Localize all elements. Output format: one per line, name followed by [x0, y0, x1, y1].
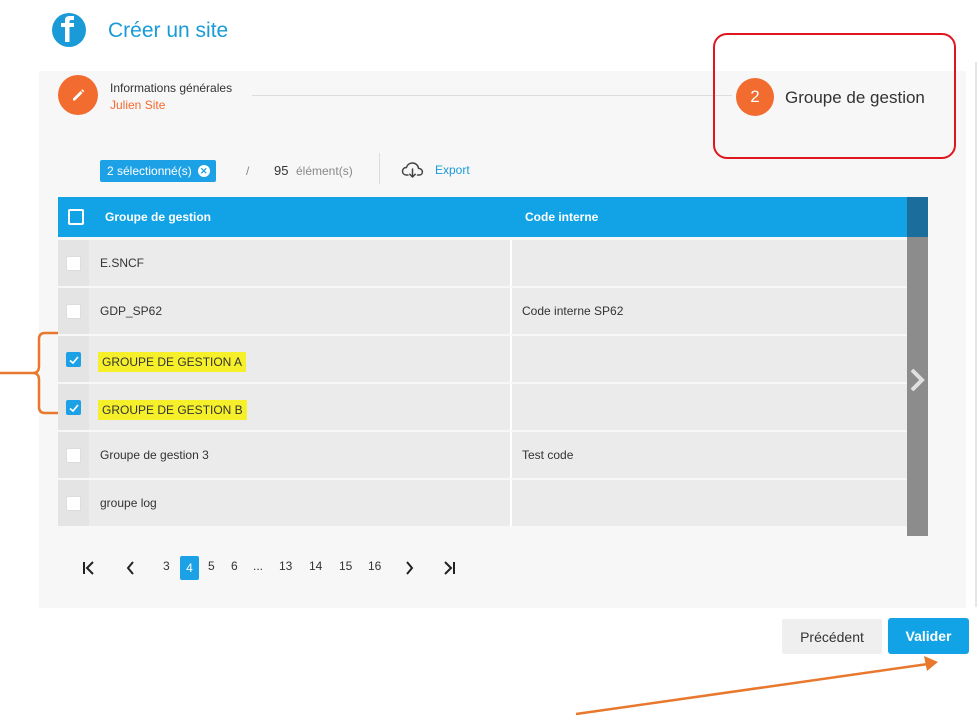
table-header: Groupe de gestion Code interne: [58, 197, 928, 237]
panel-border: [975, 62, 977, 607]
export-label: Export: [435, 163, 470, 177]
column-header-code[interactable]: Code interne: [525, 210, 598, 224]
step-general-info-button[interactable]: [58, 75, 98, 115]
page-title: Créer un site: [108, 19, 229, 42]
annotation-arrow-head: [924, 656, 938, 671]
pagination: 3 4 5 6 ... 13 14 15 16: [78, 556, 478, 580]
cell-group-name: E.SNCF: [100, 256, 145, 270]
page-link-current[interactable]: 4: [180, 556, 199, 580]
app-logo-icon: [52, 13, 86, 47]
page-link[interactable]: 6: [231, 559, 238, 573]
pencil-icon: [73, 89, 85, 101]
page-link[interactable]: 14: [309, 559, 322, 573]
header-scroll-cap: [907, 197, 928, 237]
column-header-group[interactable]: Groupe de gestion: [105, 210, 211, 224]
selected-count-badge[interactable]: 2 sélectionné(s) ✕: [100, 160, 216, 182]
check-icon: [68, 403, 79, 412]
page-link[interactable]: 5: [208, 559, 215, 573]
select-all-checkbox[interactable]: [68, 209, 84, 225]
total-count: 95: [274, 163, 289, 178]
table-row[interactable]: Groupe de gestion 3 Test code: [58, 432, 907, 478]
page-link[interactable]: 15: [339, 559, 352, 573]
annotation-arrow-line: [575, 662, 929, 716]
next-page-icon[interactable]: [404, 560, 414, 576]
cell-group-name: groupe log: [100, 496, 157, 510]
table-row[interactable]: GROUPE DE GESTION A: [58, 336, 907, 382]
cell-internal-code: Test code: [522, 448, 574, 462]
export-button[interactable]: Export: [401, 161, 470, 179]
annotation-red-box: [713, 33, 956, 159]
row-checkbox[interactable]: [66, 256, 81, 271]
page-link[interactable]: 16: [368, 559, 381, 573]
row-checkbox[interactable]: [66, 352, 81, 367]
table-row[interactable]: groupe log: [58, 480, 907, 526]
row-checkbox[interactable]: [66, 496, 81, 511]
step-general-info-subtitle: Julien Site: [110, 98, 166, 112]
page-link[interactable]: 3: [163, 559, 170, 573]
table-row[interactable]: GDP_SP62 Code interne SP62: [58, 288, 907, 334]
table-row[interactable]: E.SNCF: [58, 240, 907, 286]
total-count-label: élément(s): [296, 164, 353, 178]
cell-internal-code: Code interne SP62: [522, 304, 624, 318]
check-icon: [68, 355, 79, 364]
count-separator: /: [246, 164, 250, 178]
page-ellipsis: ...: [253, 559, 264, 573]
row-checkbox[interactable]: [66, 304, 81, 319]
cloud-download-icon: [401, 162, 424, 178]
step-general-info-title: Informations générales: [110, 81, 233, 95]
clear-selection-icon[interactable]: ✕: [197, 165, 210, 177]
cell-group-name: GROUPE DE GESTION A: [98, 352, 247, 372]
validate-button[interactable]: Valider: [888, 618, 969, 654]
stepper-line: [252, 95, 732, 96]
row-checkbox[interactable]: [66, 400, 81, 415]
selected-count-label: 2 sélectionné(s): [107, 164, 192, 178]
previous-button[interactable]: Précédent: [782, 619, 882, 654]
cell-group-name: GDP_SP62: [100, 304, 163, 318]
chevron-right-icon[interactable]: [907, 365, 928, 395]
page-link[interactable]: 13: [279, 559, 292, 573]
last-page-icon[interactable]: [442, 560, 456, 576]
row-checkbox[interactable]: [66, 448, 81, 463]
toolbar-divider: [379, 153, 380, 184]
cell-group-name: GROUPE DE GESTION B: [98, 400, 247, 420]
cell-group-name: Groupe de gestion 3: [100, 448, 209, 462]
previous-page-icon[interactable]: [126, 560, 136, 576]
table-row[interactable]: GROUPE DE GESTION B: [58, 384, 907, 430]
first-page-icon[interactable]: [82, 560, 96, 576]
